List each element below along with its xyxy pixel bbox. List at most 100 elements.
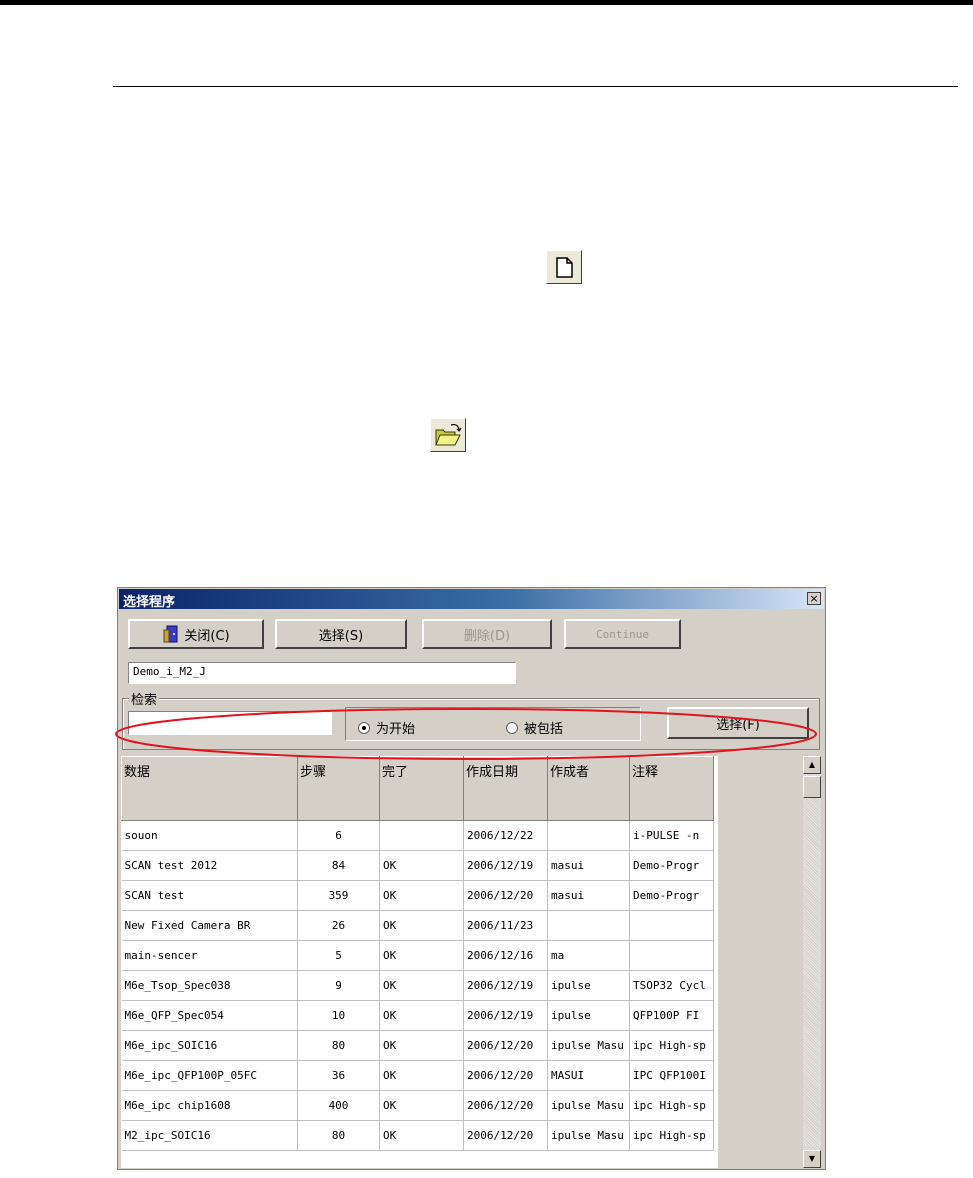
cell-comment: ipc High-sp: [629, 1030, 714, 1061]
cell-done: OK: [379, 1030, 464, 1061]
cell-author: ipulse Masu: [547, 1030, 630, 1061]
cell-comment: [629, 940, 714, 971]
cell-date: 2006/12/22: [463, 820, 548, 851]
continue-button-label: Continue: [596, 627, 649, 641]
close-button-label: 关闭(C): [184, 628, 230, 644]
cell-data: M6e_ipc_SOIC16: [121, 1030, 298, 1061]
dialog-title: 选择程序: [123, 595, 176, 610]
cell-steps: 5: [297, 940, 380, 971]
continue-button[interactable]: Continue: [564, 619, 681, 649]
cell-date: 2006/12/19: [463, 850, 548, 881]
cell-steps: 6: [297, 820, 380, 851]
table-row[interactable]: New Fixed Camera BR 26 OK 2006/11/23: [121, 910, 714, 941]
column-header-comment[interactable]: 注释: [629, 756, 714, 821]
cell-steps: 9: [297, 970, 380, 1001]
program-table: 数据 步骤 完了 作成日期 作成者 注释 souon 6 2006/12/22 i-P…: [121, 756, 721, 1168]
cell-data: M6e_Tsop_Spec038: [121, 970, 298, 1001]
top-rule: [0, 0, 973, 5]
column-header-steps[interactable]: 步骤: [297, 756, 380, 821]
cell-steps: 36: [297, 1060, 380, 1091]
new-document-icon: [556, 257, 573, 278]
table-row[interactable]: M6e_QFP_Spec054 10 OK 2006/12/19 ipulse QFP10…: [121, 1000, 714, 1031]
cell-comment: IPC QFP100I: [629, 1060, 714, 1091]
close-button[interactable]: 关闭(C): [128, 619, 264, 649]
select-program-dialog: 选择程序 × 关闭(C) 选择(S) 删除(D) Continue Demo_i…: [117, 587, 826, 1170]
delete-button[interactable]: 删除(D): [422, 619, 552, 649]
dialog-close-button[interactable]: ×: [807, 592, 821, 605]
open-folder-button[interactable]: [430, 418, 466, 452]
cell-author: ipulse Masu: [547, 1090, 630, 1121]
cell-date: 2006/12/20: [463, 1090, 548, 1121]
cell-date: 2006/12/20: [463, 1030, 548, 1061]
cell-done: OK: [379, 1090, 464, 1121]
cell-steps: 10: [297, 1000, 380, 1031]
cell-author: ma: [547, 940, 630, 971]
column-header-date[interactable]: 作成日期: [463, 756, 548, 821]
cell-date: 2006/11/23: [463, 910, 548, 941]
table-row[interactable]: M6e_ipc chip1608 400 OK 2006/12/20 ipulse Ma…: [121, 1090, 714, 1121]
close-icon: ×: [809, 592, 819, 605]
cell-comment: Demo-Progr: [629, 880, 714, 911]
scroll-down-button[interactable]: ▼: [803, 1150, 821, 1168]
table-row[interactable]: souon 6 2006/12/22 i-PULSE -n: [121, 820, 714, 851]
cell-done: [379, 820, 464, 851]
dialog-titlebar: 选择程序 ×: [119, 589, 824, 610]
new-document-button[interactable]: [546, 250, 582, 284]
cell-data: M2_ipc_SOIC16: [121, 1120, 298, 1151]
cell-data: M6e_ipc chip1608: [121, 1090, 298, 1121]
column-header-done[interactable]: 完了: [379, 756, 464, 821]
cell-steps: 80: [297, 1030, 380, 1061]
table-row[interactable]: M2_ipc_SOIC16 80 OK 2006/12/20 ipulse Masu ip…: [121, 1120, 714, 1151]
cell-data: SCAN test: [121, 880, 298, 911]
cell-comment: [629, 910, 714, 941]
cell-steps: 359: [297, 880, 380, 911]
vertical-scrollbar[interactable]: ▲ ▼: [803, 756, 821, 1168]
cell-comment: i-PULSE -n: [629, 820, 714, 851]
cell-comment: ipc High-sp: [629, 1090, 714, 1121]
cell-comment: TSOP32 Cycl: [629, 970, 714, 1001]
cell-done: OK: [379, 1120, 464, 1151]
exit-door-icon: [163, 625, 178, 643]
header-divider: [113, 86, 958, 87]
cell-steps: 80: [297, 1120, 380, 1151]
cell-data: M6e_ipc_QFP100P_05FC: [121, 1060, 298, 1091]
cell-date: 2006/12/20: [463, 1120, 548, 1151]
cell-comment: ipc High-sp: [629, 1120, 714, 1151]
chevron-down-icon: ▼: [808, 1154, 816, 1163]
cell-data: main-sencer: [121, 940, 298, 971]
table-row[interactable]: SCAN test 2012 84 OK 2006/12/19 masui Demo-Pr…: [121, 850, 714, 881]
cell-data: SCAN test 2012: [121, 850, 298, 881]
cell-author: ipulse Masu: [547, 1120, 630, 1151]
program-name-field[interactable]: Demo_i_M2_J: [128, 662, 516, 684]
cell-done: OK: [379, 940, 464, 971]
table-empty-area: [718, 756, 803, 1168]
cell-steps: 400: [297, 1090, 380, 1121]
table-row[interactable]: main-sencer 5 OK 2006/12/16 ma: [121, 940, 714, 971]
table-row[interactable]: M6e_Tsop_Spec038 9 OK 2006/12/19 ipulse TSOP3…: [121, 970, 714, 1001]
table-row[interactable]: SCAN test 359 OK 2006/12/20 masui Demo-Progr: [121, 880, 714, 911]
cell-data: M6e_QFP_Spec054: [121, 1000, 298, 1031]
annotation-oval: [115, 708, 817, 760]
cell-date: 2006/12/20: [463, 1060, 548, 1091]
open-folder-icon: [435, 423, 462, 446]
cell-author: [547, 910, 630, 941]
cell-author: ipulse: [547, 1000, 630, 1031]
cell-data: New Fixed Camera BR: [121, 910, 298, 941]
table-row[interactable]: M6e_ipc_SOIC16 80 OK 2006/12/20 ipulse Masu i…: [121, 1030, 714, 1061]
cell-author: masui: [547, 850, 630, 881]
select-button[interactable]: 选择(S): [275, 619, 407, 649]
scroll-thumb[interactable]: [803, 776, 821, 798]
cell-author: ipulse: [547, 970, 630, 1001]
table-header-row: 数据 步骤 完了 作成日期 作成者 注释: [121, 756, 714, 821]
table-row[interactable]: M6e_ipc_QFP100P_05FC 36 OK 2006/12/20 MASUI I…: [121, 1060, 714, 1091]
cell-comment: QFP100P FI: [629, 1000, 714, 1031]
select-button-label: 选择(S): [318, 628, 364, 644]
cell-done: OK: [379, 970, 464, 1001]
cell-date: 2006/12/16: [463, 940, 548, 971]
column-header-data[interactable]: 数据: [121, 756, 298, 821]
column-header-author[interactable]: 作成者: [547, 756, 630, 821]
cell-data: souon: [121, 820, 298, 851]
cell-done: OK: [379, 850, 464, 881]
cell-done: OK: [379, 910, 464, 941]
program-name-value: Demo_i_M2_J: [133, 665, 206, 678]
